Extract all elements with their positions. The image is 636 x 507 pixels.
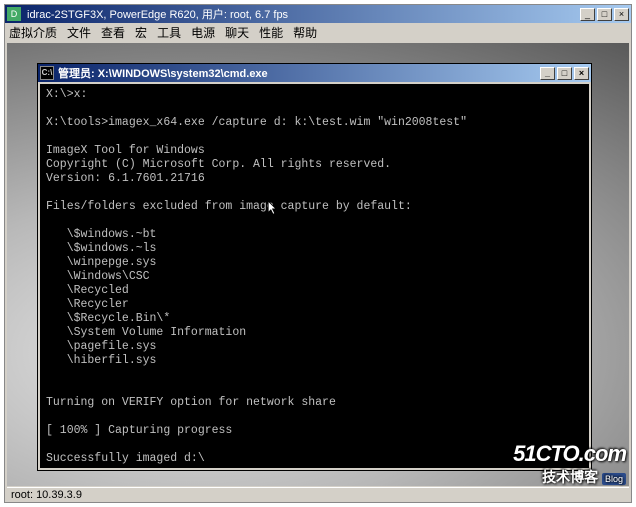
menu-tools[interactable]: 工具	[157, 24, 181, 41]
cmd-line: [ 100% ] Capturing progress	[46, 424, 232, 437]
cmd-icon: C:\	[40, 66, 54, 80]
cmd-line: Copyright (C) Microsoft Corp. All rights…	[46, 158, 391, 171]
remote-desktop[interactable]: C:\ 管理员: X:\WINDOWS\system32\cmd.exe _ □…	[7, 43, 629, 486]
menu-macro[interactable]: 宏	[135, 24, 147, 41]
cmd-titlebar[interactable]: C:\ 管理员: X:\WINDOWS\system32\cmd.exe _ □…	[38, 64, 591, 82]
menu-view[interactable]: 查看	[101, 24, 125, 41]
cmd-maximize-button[interactable]: □	[557, 67, 572, 80]
cmd-line: \pagefile.sys	[46, 340, 156, 353]
menu-performance[interactable]: 性能	[259, 24, 283, 41]
watermark-logo: 51CTO.com	[513, 441, 626, 467]
close-button[interactable]: ×	[614, 8, 629, 21]
cmd-line: Version: 6.1.7601.21716	[46, 172, 205, 185]
cmd-line: \hiberfil.sys	[46, 354, 156, 367]
watermark-sub: 技术博客 Blog	[513, 467, 626, 487]
cmd-line: \$windows.~bt	[46, 228, 156, 241]
menu-help[interactable]: 帮助	[293, 24, 317, 41]
outer-titlebar: D idrac-2STGF3X, PowerEdge R620, 用户: roo…	[5, 5, 631, 23]
cmd-line: \Recycler	[46, 298, 129, 311]
menu-file[interactable]: 文件	[67, 24, 91, 41]
status-text: root: 10.39.3.9	[11, 489, 82, 501]
watermark: 51CTO.com 技术博客 Blog	[513, 441, 626, 487]
cmd-line: \$windows.~ls	[46, 242, 156, 255]
cmd-line: X:\>x:	[46, 88, 87, 101]
app-icon: D	[7, 7, 21, 21]
cmd-line: \Windows\CSC	[46, 270, 150, 283]
status-bar: root: 10.39.3.9	[7, 487, 629, 501]
cmd-line: Successfully imaged d:\	[46, 452, 205, 465]
cmd-line: \$Recycle.Bin\*	[46, 312, 170, 325]
menu-bar: 虚拟介质 文件 查看 宏 工具 电源 聊天 性能 帮助	[5, 23, 631, 41]
outer-title-text: idrac-2STGF3X, PowerEdge R620, 用户: root,…	[25, 6, 578, 22]
cmd-title-text: 管理员: X:\WINDOWS\system32\cmd.exe	[58, 65, 538, 81]
cmd-line: Files/folders excluded from image captur…	[46, 200, 412, 213]
cmd-minimize-button[interactable]: _	[540, 67, 555, 80]
outer-window: D idrac-2STGF3X, PowerEdge R620, 用户: roo…	[4, 4, 632, 503]
cmd-line: ImageX Tool for Windows	[46, 144, 205, 157]
cmd-terminal[interactable]: X:\>x: X:\tools>imagex_x64.exe /capture …	[40, 84, 589, 468]
cmd-line: Turning on VERIFY option for network sha…	[46, 396, 336, 409]
cmd-line: \Recycled	[46, 284, 129, 297]
minimize-button[interactable]: _	[580, 8, 595, 21]
cmd-line: \System Volume Information	[46, 326, 246, 339]
menu-power[interactable]: 电源	[191, 24, 215, 41]
menu-chat[interactable]: 聊天	[225, 24, 249, 41]
cmd-close-button[interactable]: ×	[574, 67, 589, 80]
cmd-line: X:\tools>imagex_x64.exe /capture d: k:\t…	[46, 116, 467, 129]
menu-virtual-media[interactable]: 虚拟介质	[9, 24, 57, 41]
cmd-line: \winpepge.sys	[46, 256, 156, 269]
maximize-button[interactable]: □	[597, 8, 612, 21]
cmd-window: C:\ 管理员: X:\WINDOWS\system32\cmd.exe _ □…	[37, 63, 592, 471]
